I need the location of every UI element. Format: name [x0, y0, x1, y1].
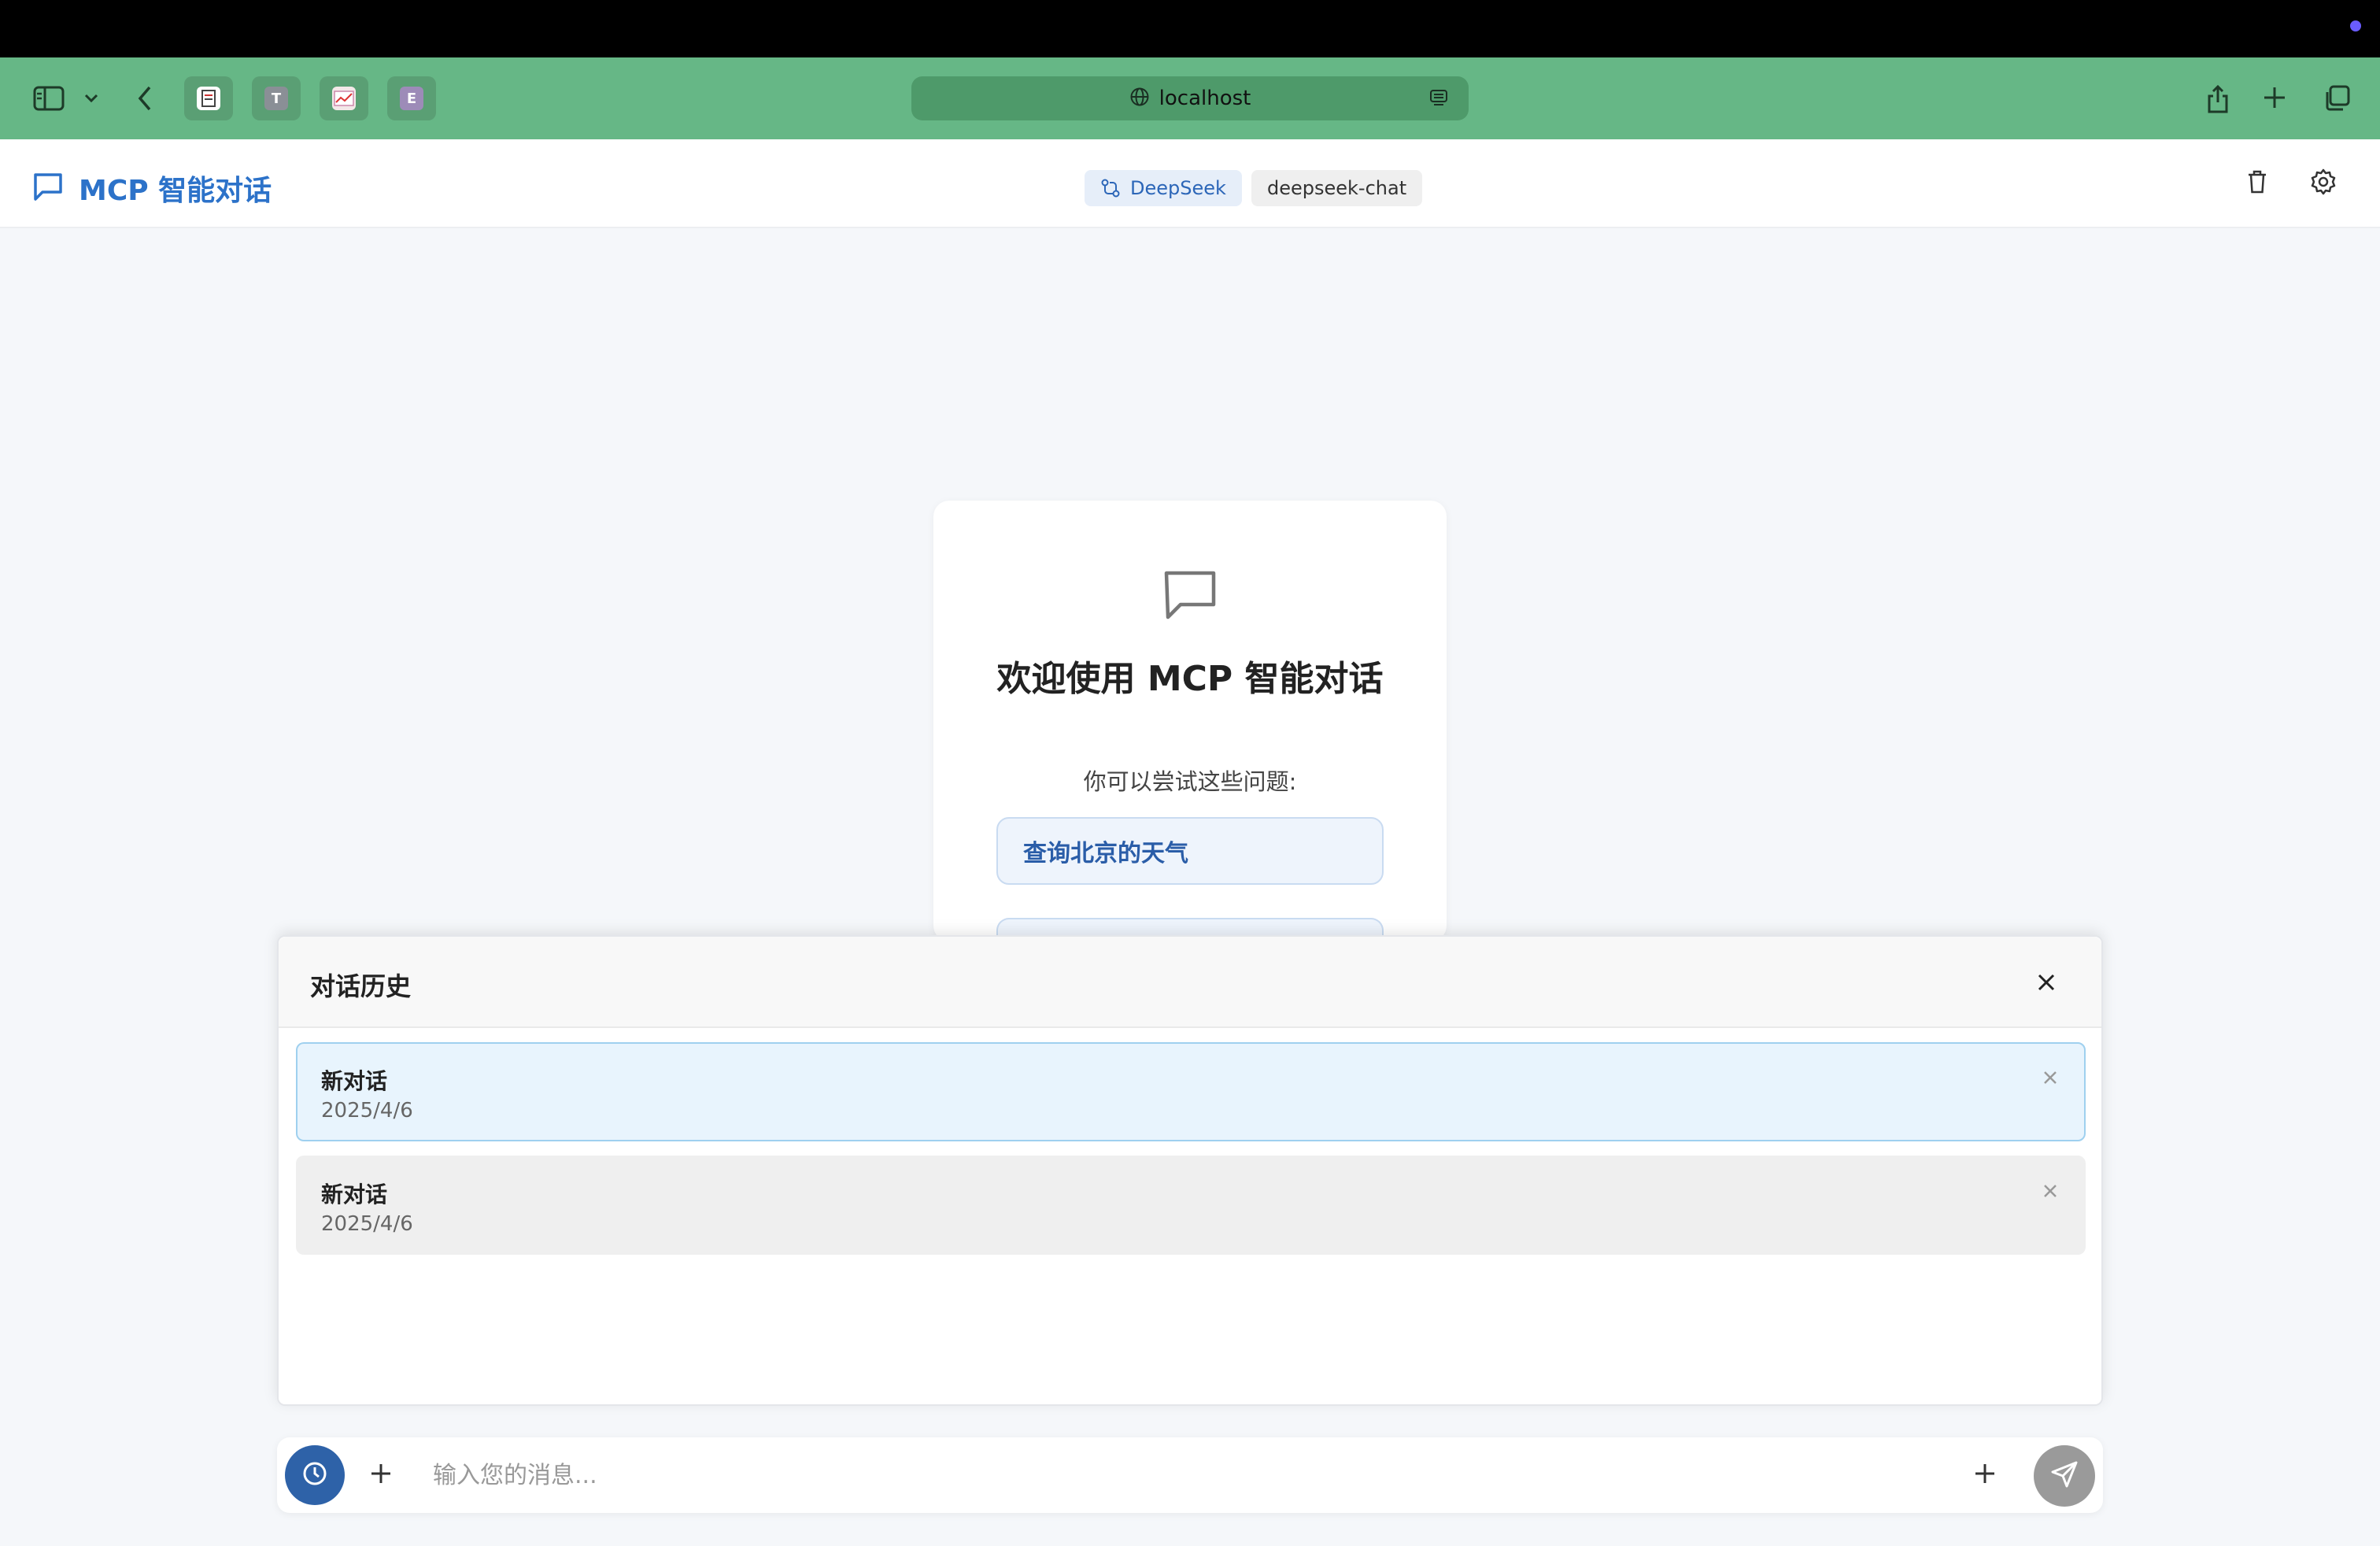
- history-item[interactable]: 新对话 2025/4/6: [296, 1042, 2086, 1141]
- welcome-title: 欢迎使用 MCP 智能对话: [996, 659, 1384, 699]
- tab-thumbnail-3[interactable]: [320, 76, 368, 120]
- close-history-button[interactable]: [2034, 970, 2059, 995]
- clear-chat-button[interactable]: [2241, 166, 2273, 198]
- delete-history-button[interactable]: [2040, 1181, 2060, 1201]
- new-tab-icon[interactable]: [2260, 83, 2289, 112]
- tab-thumbnail-2[interactable]: T: [252, 76, 301, 120]
- history-item-date: 2025/4/6: [321, 1212, 413, 1236]
- tab-thumbnail-4[interactable]: E: [387, 76, 436, 120]
- sidebar-toggle-icon[interactable]: [31, 84, 66, 113]
- suggestions-label: 你可以尝试这些问题:: [1083, 768, 1297, 795]
- favicon-icon: [197, 87, 220, 110]
- back-arrow-icon[interactable]: [132, 83, 157, 113]
- plus-icon: [369, 1462, 393, 1489]
- address-text: localhost: [1159, 87, 1251, 110]
- tab-letter-e: E: [400, 87, 423, 110]
- page-title: MCP 智能对话: [79, 175, 272, 207]
- welcome-card: 欢迎使用 MCP 智能对话 你可以尝试这些问题: 查询北京的天气: [933, 501, 1447, 941]
- history-header: 对话历史: [279, 937, 2101, 1028]
- close-icon: [2040, 1185, 2060, 1204]
- model-label: deepseek-chat: [1267, 177, 1407, 199]
- reader-mode-icon[interactable]: [1428, 87, 1450, 113]
- gear-icon: [2308, 168, 2339, 201]
- delete-history-button[interactable]: [2040, 1067, 2060, 1088]
- history-item[interactable]: 新对话 2025/4/6: [296, 1156, 2086, 1255]
- history-item-title: 新对话: [321, 1068, 388, 1094]
- send-button[interactable]: [2034, 1445, 2095, 1507]
- provider-label: DeepSeek: [1130, 177, 1226, 199]
- plus-icon: [1973, 1462, 1997, 1489]
- send-icon: [2049, 1459, 2079, 1492]
- globe-icon: [1129, 87, 1150, 110]
- app-header: MCP 智能对话 DeepSeek deepseek-chat: [0, 139, 2380, 228]
- history-title: 对话历史: [310, 971, 412, 1001]
- new-chat-button[interactable]: [362, 1456, 400, 1494]
- suggestion-button[interactable]: 查询北京的天气: [996, 817, 1384, 885]
- close-icon: [2040, 1071, 2060, 1091]
- status-dot-icon: [2350, 20, 2361, 31]
- model-badge[interactable]: deepseek-chat: [1251, 170, 1423, 206]
- settings-button[interactable]: [2308, 166, 2339, 198]
- attach-button[interactable]: [1966, 1456, 2004, 1494]
- system-menu-bar: [0, 0, 2380, 57]
- history-item-title: 新对话: [321, 1182, 388, 1208]
- provider-switch-icon: [1100, 178, 1121, 198]
- clock-icon: [301, 1459, 329, 1491]
- provider-badge[interactable]: DeepSeek: [1085, 170, 1242, 206]
- share-icon[interactable]: [2204, 82, 2232, 117]
- history-toggle-button[interactable]: [285, 1445, 345, 1505]
- app-brand: MCP 智能对话: [31, 168, 272, 209]
- chat-bubble-icon: [1162, 568, 1218, 627]
- chat-bubble-icon: [31, 170, 65, 206]
- chevron-down-icon[interactable]: [80, 88, 102, 109]
- trash-icon: [2241, 170, 2273, 201]
- address-bar[interactable]: localhost: [911, 76, 1469, 120]
- favicon-icon: [332, 87, 356, 110]
- close-icon: [2034, 974, 2059, 998]
- message-input[interactable]: [431, 1453, 1927, 1497]
- history-item-date: 2025/4/6: [321, 1099, 413, 1123]
- tab-overview-icon[interactable]: [2322, 83, 2352, 113]
- history-panel: 对话历史 新对话 2025/4/6 新对话 2025/4/6: [277, 935, 2103, 1406]
- tab-thumbnail-1[interactable]: [184, 76, 233, 120]
- message-composer: [277, 1437, 2103, 1513]
- tab-letter-t: T: [264, 87, 288, 110]
